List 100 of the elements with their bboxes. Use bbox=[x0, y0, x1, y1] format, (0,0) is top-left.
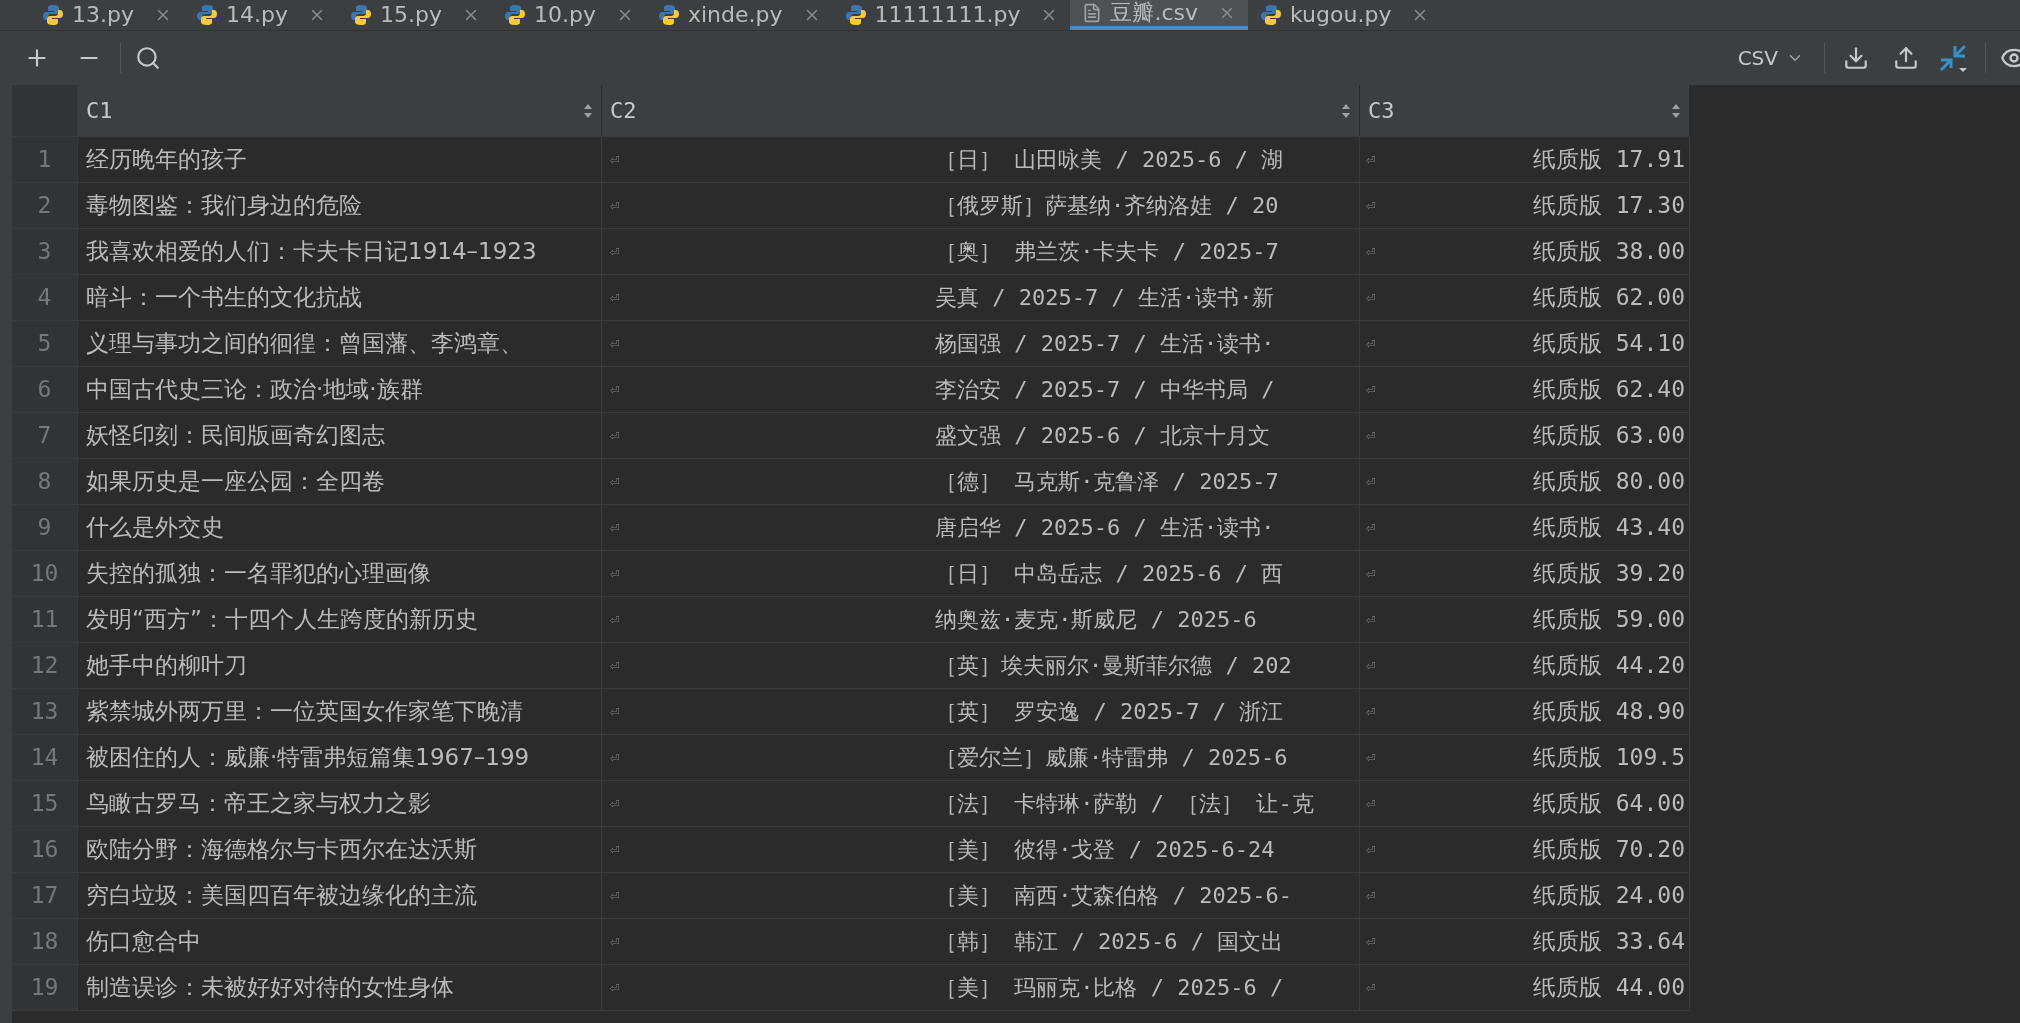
table-cell: 纸质版 24.00 bbox=[1532, 884, 1685, 907]
table-cell: 中国古代史三论：政治·地域·族群 bbox=[86, 378, 423, 401]
python-icon bbox=[196, 3, 218, 26]
table-cell: 杨国强 / 2025-7 / 生活·读书· bbox=[935, 332, 1275, 355]
table-cell: 唐启华 / 2025-6 / 生活·读书· bbox=[935, 516, 1275, 539]
line-break-mark: ⏎ bbox=[1366, 841, 1376, 858]
line-break-mark: ⏎ bbox=[610, 841, 621, 858]
table-cell: 暗斗：一个书生的文化抗战 bbox=[86, 286, 362, 309]
download-icon[interactable] bbox=[1843, 45, 1869, 71]
editor-tab[interactable]: 14.py bbox=[184, 0, 338, 30]
line-break-mark: ⏎ bbox=[610, 979, 621, 996]
line-break-mark: ⏎ bbox=[1366, 197, 1376, 214]
line-break-mark: ⏎ bbox=[1366, 381, 1376, 398]
row-number: 4 bbox=[12, 275, 78, 320]
line-break-mark: ⏎ bbox=[1366, 243, 1376, 260]
table-cell: 失控的孤独：一名罪犯的心理画像 bbox=[86, 562, 431, 585]
table-cell: ［奥］ 弗兰茨·卡夫卡 / 2025-7 bbox=[935, 240, 1279, 263]
row-number: 5 bbox=[12, 321, 78, 366]
editor-tab[interactable]: 13.py bbox=[30, 0, 184, 30]
line-break-mark: ⏎ bbox=[610, 887, 621, 904]
table-cell: ［俄罗斯］萨基纳·齐纳洛娃 / 20 bbox=[935, 194, 1279, 217]
editor-tab[interactable]: kugou.py bbox=[1248, 0, 1442, 30]
row-number: 15 bbox=[12, 781, 78, 826]
table-cell: ［美］ 南西·艾森伯格 / 2025-6- bbox=[935, 884, 1292, 907]
line-break-mark: ⏎ bbox=[610, 289, 621, 306]
line-break-mark: ⏎ bbox=[1366, 427, 1376, 444]
line-break-mark: ⏎ bbox=[610, 381, 621, 398]
line-break-mark: ⏎ bbox=[1366, 611, 1376, 628]
table-cell: 纸质版 44.00 bbox=[1532, 976, 1685, 999]
sort-icon[interactable] bbox=[583, 102, 593, 119]
table-cell: 妖怪印刻：民间版画奇幻图志 bbox=[86, 424, 385, 447]
python-icon bbox=[349, 3, 372, 26]
line-break-mark: ⏎ bbox=[610, 657, 621, 674]
table-cell: 纸质版 43.40 bbox=[1532, 516, 1685, 539]
line-break-mark: ⏎ bbox=[610, 749, 621, 766]
line-break-mark: ⏎ bbox=[1366, 795, 1376, 812]
editor-tab[interactable]: xinde.py bbox=[645, 0, 833, 30]
line-break-mark: ⏎ bbox=[610, 565, 621, 582]
row-number: 13 bbox=[12, 689, 78, 734]
table-cell: ［美］ 彼得·戈登 / 2025-6-24 bbox=[935, 838, 1275, 861]
python-icon bbox=[1260, 3, 1283, 26]
table-cell: 纸质版 64.00 bbox=[1532, 792, 1685, 815]
column-header[interactable]: C1 bbox=[78, 85, 602, 136]
column-header[interactable]: C2 bbox=[602, 85, 1360, 136]
column-header[interactable]: C3 bbox=[1360, 85, 1690, 136]
table-cell: 纸质版 17.30 bbox=[1532, 194, 1685, 217]
table-cell: ［英］ 罗安逸 / 2025-7 / 浙江 bbox=[935, 700, 1284, 723]
line-break-mark: ⏎ bbox=[1366, 933, 1376, 950]
table-cell: 欧陆分野：海德格尔与卡西尔在达沃斯 bbox=[86, 838, 477, 861]
row-number: 10 bbox=[12, 551, 78, 596]
format-dropdown[interactable]: CSV bbox=[1737, 43, 1804, 73]
table-cell: 义理与事功之间的徊徨：曾国藩、李鸿章、 bbox=[86, 332, 523, 355]
line-break-mark: ⏎ bbox=[610, 519, 621, 536]
editor-tab[interactable]: 15.py bbox=[337, 0, 492, 30]
file-icon bbox=[1082, 2, 1103, 23]
table-cell: ［日］ 山田咏美 / 2025-6 / 湖 bbox=[935, 148, 1284, 171]
search-icon[interactable] bbox=[135, 45, 161, 71]
table-cell: ［法］ 卡特琳·萨勒 / ［法］ 让-克 bbox=[935, 792, 1314, 815]
line-break-mark: ⏎ bbox=[610, 611, 621, 628]
tab-label: 11111111.py bbox=[874, 3, 1021, 26]
table-cell: ［爱尔兰］威廉·特雷弗 / 2025-6 bbox=[935, 746, 1288, 769]
table-cell: 纸质版 39.20 bbox=[1532, 562, 1685, 585]
line-break-mark: ⏎ bbox=[610, 335, 621, 352]
table-cell: 鸟瞰古罗马：帝王之家与权力之影 bbox=[86, 792, 431, 815]
sort-icon[interactable] bbox=[1341, 102, 1351, 119]
table-cell: 纸质版 17.91 bbox=[1532, 148, 1685, 171]
table-cell: 如果历史是一座公园：全四卷 bbox=[86, 470, 385, 493]
table-cell: ［英］埃夫丽尔·曼斯菲尔德 / 202 bbox=[935, 654, 1292, 677]
editor-tab[interactable]: 豆瓣.csv bbox=[1070, 0, 1249, 30]
editor-tab[interactable]: 11111111.py bbox=[832, 0, 1071, 30]
table-cell: 纸质版 33.64 bbox=[1532, 930, 1685, 953]
line-break-mark: ⏎ bbox=[1366, 749, 1376, 766]
row-number: 14 bbox=[12, 735, 78, 780]
line-break-mark: ⏎ bbox=[1366, 703, 1376, 720]
sort-icon[interactable] bbox=[1671, 102, 1681, 119]
table-cell: 纸质版 38.00 bbox=[1532, 240, 1685, 263]
line-break-mark: ⏎ bbox=[1366, 657, 1376, 674]
table-cell: 纸质版 44.20 bbox=[1532, 654, 1685, 677]
table-cell: 发明“西方”：十四个人生跨度的新历史 bbox=[86, 608, 478, 631]
line-break-mark: ⏎ bbox=[1366, 151, 1376, 168]
editor-tab[interactable]: 10.py bbox=[491, 0, 646, 30]
upload-icon[interactable] bbox=[1893, 45, 1919, 71]
python-icon bbox=[503, 3, 526, 26]
row-number: 11 bbox=[12, 597, 78, 642]
tab-label: 14.py bbox=[226, 3, 288, 26]
python-icon bbox=[844, 3, 867, 26]
row-number: 16 bbox=[12, 827, 78, 872]
line-break-mark: ⏎ bbox=[1366, 473, 1376, 490]
line-break-mark: ⏎ bbox=[1366, 887, 1376, 904]
row-number: 8 bbox=[12, 459, 78, 504]
table-cell: 经历晚年的孩子 bbox=[86, 148, 247, 171]
line-break-mark: ⏎ bbox=[1366, 979, 1376, 996]
table-cell: 她手中的柳叶刀 bbox=[86, 654, 247, 677]
table-cell: 盛文强 / 2025-6 / 北京十月文 bbox=[935, 424, 1270, 447]
line-break-mark: ⏎ bbox=[610, 151, 621, 168]
python-icon bbox=[42, 3, 64, 26]
table-cell: 纸质版 109.5 bbox=[1532, 746, 1685, 769]
line-break-mark: ⏎ bbox=[610, 933, 621, 950]
tab-label: xinde.py bbox=[687, 3, 783, 26]
header-label: C1 bbox=[86, 97, 113, 125]
